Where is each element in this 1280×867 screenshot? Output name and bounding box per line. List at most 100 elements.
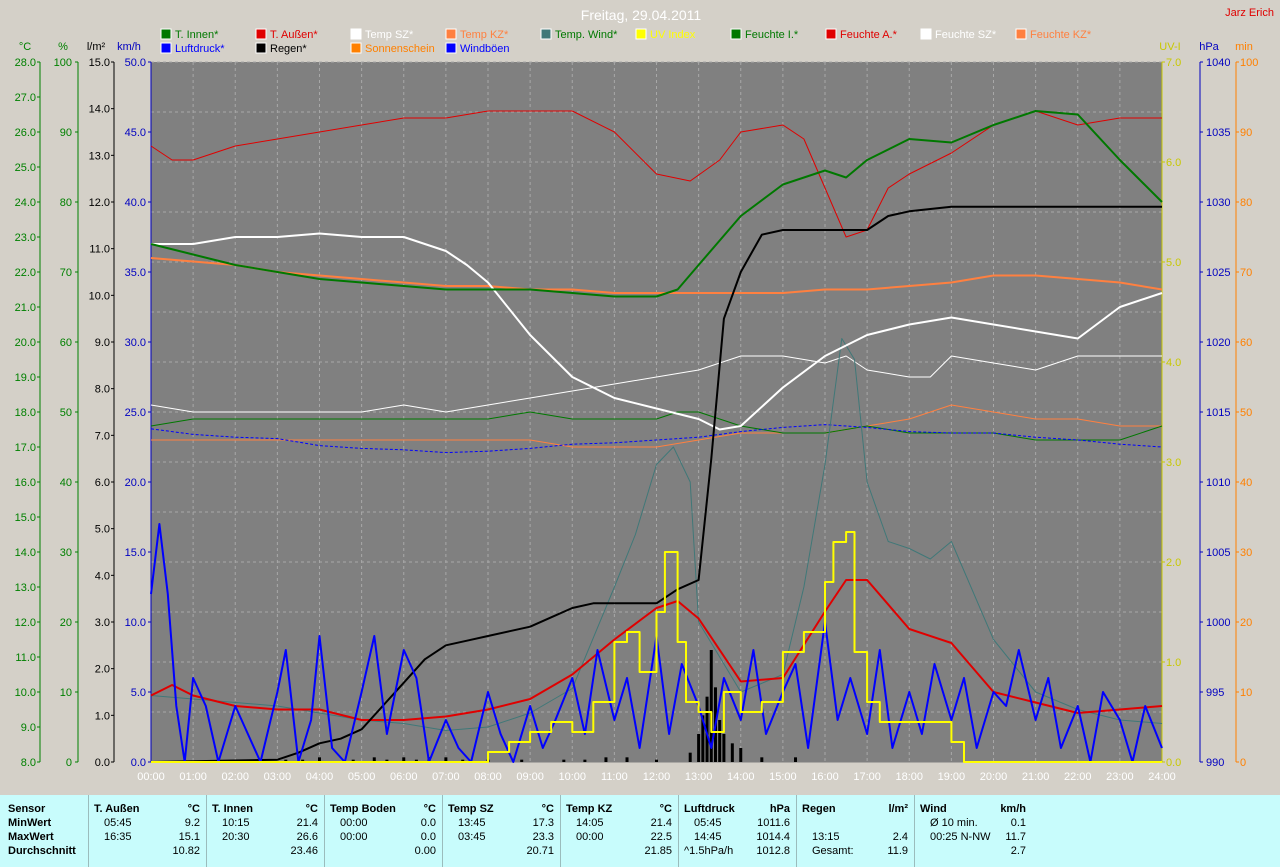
x-tick-label: 08:00 [474, 771, 502, 783]
axis-tick-label: 10.0 [125, 617, 146, 629]
x-tick-label: 24:00 [1148, 771, 1176, 783]
axis-tick-label: 3.0 [95, 617, 110, 629]
axis-tick-label: 12.0 [89, 197, 110, 209]
axis-unit-label: % [58, 41, 68, 53]
rain-bar [562, 759, 566, 762]
rain-bar [604, 757, 608, 762]
legend-swatch [350, 42, 362, 54]
legend-label: Luftdruck* [175, 43, 225, 55]
axis-tick-label: 995 [1206, 687, 1224, 699]
stats-value: 0.1 [1010, 817, 1026, 829]
axis-tick-label: 10 [1240, 687, 1252, 699]
stats-separator [324, 795, 325, 867]
x-tick-label: 04:00 [306, 771, 334, 783]
stats-separator [442, 795, 443, 867]
x-tick-label: 22:00 [1064, 771, 1092, 783]
axis-tick-label: 13.0 [15, 582, 36, 594]
stats-value: 0.00 [414, 845, 436, 857]
stats-value: 21.85 [644, 845, 672, 857]
stats-separator [914, 795, 915, 867]
axis-tick-label: 5.0 [95, 524, 110, 536]
stats-value: 10.82 [172, 845, 200, 857]
axis-tick-label: 15.0 [15, 512, 36, 524]
x-tick-label: 23:00 [1106, 771, 1134, 783]
stats-value: 26.6 [296, 831, 318, 843]
stats-separator [206, 795, 207, 867]
axis-tick-label: 10.0 [15, 687, 36, 699]
axis-tick-label: 6.0 [1166, 157, 1181, 169]
stats-value: 23.3 [532, 831, 554, 843]
legend-swatch [445, 42, 457, 54]
axis-tick-label: 15.0 [89, 57, 110, 69]
axis-tick-label: 7.0 [95, 430, 110, 442]
stats-value: 23.46 [290, 845, 318, 857]
stats-value: 20.71 [526, 845, 554, 857]
axis-tick-label: 0.0 [1166, 757, 1181, 769]
axis-tick-label: 4.0 [1166, 357, 1181, 369]
stats-separator [560, 795, 561, 867]
axis-tick-label: 5.0 [131, 687, 146, 699]
rain-bar [655, 759, 658, 762]
axis-tick-label: 100 [54, 57, 72, 69]
axis-tick-label: 23.0 [15, 232, 36, 244]
axis-tick-label: 20 [60, 617, 72, 629]
axis-tick-label: 24.0 [15, 197, 36, 209]
legend-swatch [635, 28, 647, 40]
x-tick-label: 13:00 [685, 771, 713, 783]
axis-tick-label: 1025 [1206, 267, 1230, 279]
x-tick-label: 12:00 [643, 771, 671, 783]
legend-label: Sonnenschein [365, 43, 435, 55]
x-tick-label: 14:00 [727, 771, 755, 783]
axis-tick-label: 1020 [1206, 337, 1230, 349]
x-tick-label: 21:00 [1022, 771, 1050, 783]
axis-tick-label: 1.0 [1166, 657, 1181, 669]
axis-tick-label: 20.0 [125, 477, 146, 489]
legend-label: Temp KZ* [460, 29, 509, 41]
x-tick-label: 15:00 [769, 771, 797, 783]
legend-swatch [255, 42, 267, 54]
stats-value: 1011.6 [757, 817, 790, 829]
axis-tick-label: 6.0 [95, 477, 110, 489]
stats-value: 2.4 [892, 831, 908, 843]
stats-value: 9.2 [184, 817, 200, 829]
axis-tick-label: 40 [60, 477, 72, 489]
axis-tick-label: 19.0 [15, 372, 36, 384]
axis-tick-label: 8.0 [21, 757, 36, 769]
stats-separator [796, 795, 797, 867]
rain-bar [722, 734, 726, 762]
legend-label: Feuchte I.* [745, 29, 799, 41]
x-tick-label: 11:00 [601, 771, 628, 783]
stats-value: 17.3 [532, 817, 554, 829]
axis-tick-label: 10.0 [89, 290, 110, 302]
legend-label: Feuchte KZ* [1030, 29, 1092, 41]
axis-tick-label: 1015 [1206, 407, 1230, 419]
axis-tick-label: 40 [1240, 477, 1252, 489]
axis-tick-label: 30 [60, 547, 72, 559]
stats-value: 2.7 [1010, 845, 1026, 857]
rain-bar [688, 752, 692, 762]
axis-tick-label: 26.0 [15, 127, 36, 139]
stats-value: 0.0 [420, 817, 436, 829]
axis-tick-label: 4.0 [95, 570, 110, 582]
legend-swatch [445, 28, 457, 40]
axis-tick-label: 80 [1240, 197, 1252, 209]
axis-tick-label: 10 [60, 687, 72, 699]
rain-bar [697, 734, 701, 762]
axis-tick-label: 28.0 [15, 57, 36, 69]
stats-value: 11.7 [1005, 831, 1026, 843]
axis-unit-label: min [1235, 41, 1253, 53]
x-tick-label: 20:00 [980, 771, 1008, 783]
x-tick-label: 01:00 [179, 771, 207, 783]
stats-separator [678, 795, 679, 867]
legend-swatch [540, 28, 552, 40]
axis-tick-label: 1035 [1206, 127, 1230, 139]
axis-tick-label: 1040 [1206, 57, 1230, 69]
axis-tick-label: 60 [1240, 337, 1252, 349]
rain-bar [520, 759, 524, 762]
legend-swatch [160, 28, 172, 40]
axis-tick-label: 1030 [1206, 197, 1230, 209]
axis-tick-label: 30.0 [125, 337, 146, 349]
axis-tick-label: 2.0 [95, 664, 110, 676]
stats-row-label: MinWert [8, 817, 52, 829]
axis-unit-label: hPa [1199, 41, 1219, 53]
